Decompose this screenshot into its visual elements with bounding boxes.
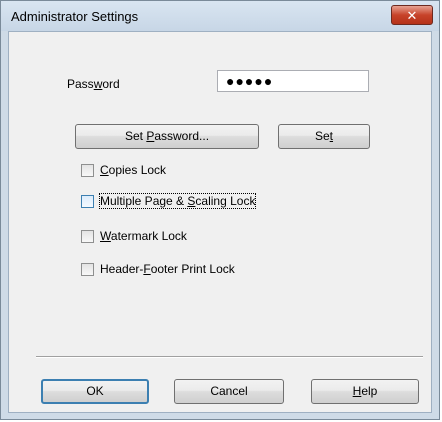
administrator-settings-dialog: Administrator Settings ✕ Password ●●●●● …	[0, 0, 440, 420]
dialog-title: Administrator Settings	[11, 9, 139, 24]
dialog-body: Password ●●●●● Set Password... Set Copie…	[8, 31, 432, 413]
checkbox-box[interactable]	[81, 230, 94, 243]
close-icon: ✕	[406, 8, 418, 23]
help-button[interactable]: Help	[311, 379, 419, 404]
checkbox-label: Copies Lock	[100, 163, 167, 177]
checkbox-label: Multiple Page & Scaling Lock	[98, 193, 257, 209]
set-password-button[interactable]: Set Password...	[75, 124, 259, 149]
ok-button[interactable]: OK	[41, 379, 149, 404]
separator	[36, 356, 423, 358]
checkbox-box[interactable]	[81, 195, 94, 208]
set-button[interactable]: Set	[278, 124, 370, 149]
password-input[interactable]: ●●●●●	[217, 70, 369, 92]
checkbox-box[interactable]	[81, 164, 94, 177]
title-bar[interactable]: Administrator Settings ✕	[1, 1, 439, 31]
checkbox-label: Watermark Lock	[100, 229, 187, 243]
checkbox-box[interactable]	[81, 263, 94, 276]
cancel-button[interactable]: Cancel	[174, 379, 284, 404]
close-button[interactable]: ✕	[391, 5, 433, 25]
checkbox-label: Header-Footer Print Lock	[100, 262, 235, 276]
password-label: Password	[67, 77, 120, 91]
